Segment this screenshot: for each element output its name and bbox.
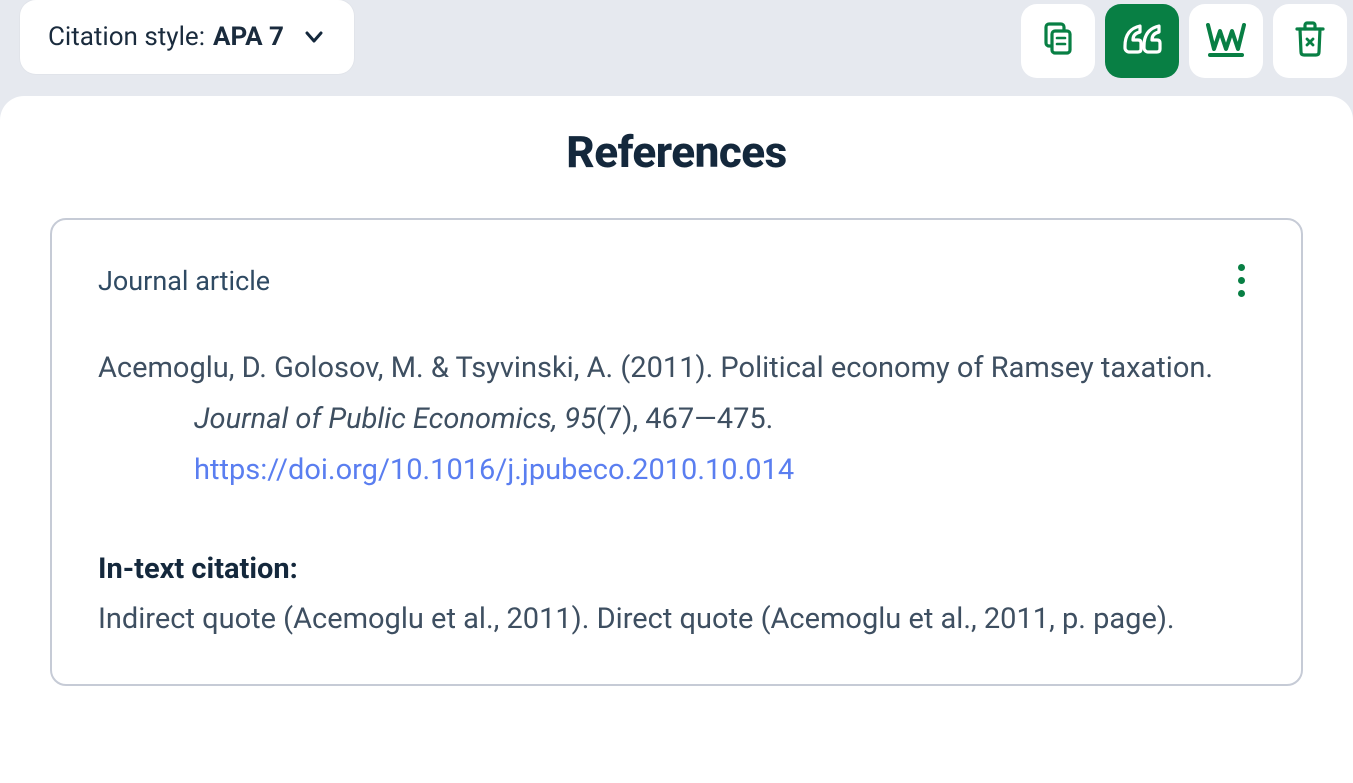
style-label-prefix: Citation style: — [48, 22, 205, 52]
citation-card[interactable]: Journal article Acemoglu, D. Golosov, M.… — [50, 218, 1303, 686]
source-type-label: Journal article — [98, 265, 270, 297]
citation-issue-pages: (7), 467—475. — [596, 402, 773, 436]
toolbar — [1021, 0, 1353, 78]
cite-button[interactable] — [1105, 4, 1179, 78]
top-bar: Citation style: APA 7 — [0, 0, 1353, 96]
intext-citation-block: In-text citation: Indirect quote (Acemog… — [98, 545, 1255, 644]
style-name: APA 7 — [213, 22, 284, 52]
delete-button[interactable] — [1273, 4, 1347, 78]
more-options-button[interactable] — [1228, 260, 1255, 301]
copy-icon — [1039, 20, 1077, 62]
card-header: Journal article — [98, 260, 1255, 301]
citation-text: Acemoglu, D. Golosov, M. & Tsyvinski, A.… — [98, 343, 1255, 495]
panel-title: References — [50, 126, 1303, 178]
intext-citation-text: Indirect quote (Acemoglu et al., 2011). … — [98, 595, 1255, 644]
intext-citation-label: In-text citation: — [98, 545, 1255, 594]
more-vertical-icon — [1238, 264, 1245, 297]
citation-authors-title: Acemoglu, D. Golosov, M. & Tsyvinski, A.… — [98, 351, 1213, 385]
copy-button[interactable] — [1021, 4, 1095, 78]
trash-icon — [1291, 19, 1329, 63]
references-panel: References Journal article Acemoglu, D. … — [0, 96, 1353, 783]
word-export-button[interactable] — [1189, 4, 1263, 78]
quote-icon — [1119, 19, 1165, 63]
chevron-down-icon — [302, 25, 326, 49]
citation-doi-link[interactable]: https://doi.org/10.1016/j.jpubeco.2010.1… — [194, 453, 794, 487]
citation-style-selector[interactable]: Citation style: APA 7 — [20, 0, 354, 74]
word-icon — [1204, 19, 1248, 63]
citation-journal: Journal of Public Economics, 95 — [194, 402, 596, 436]
